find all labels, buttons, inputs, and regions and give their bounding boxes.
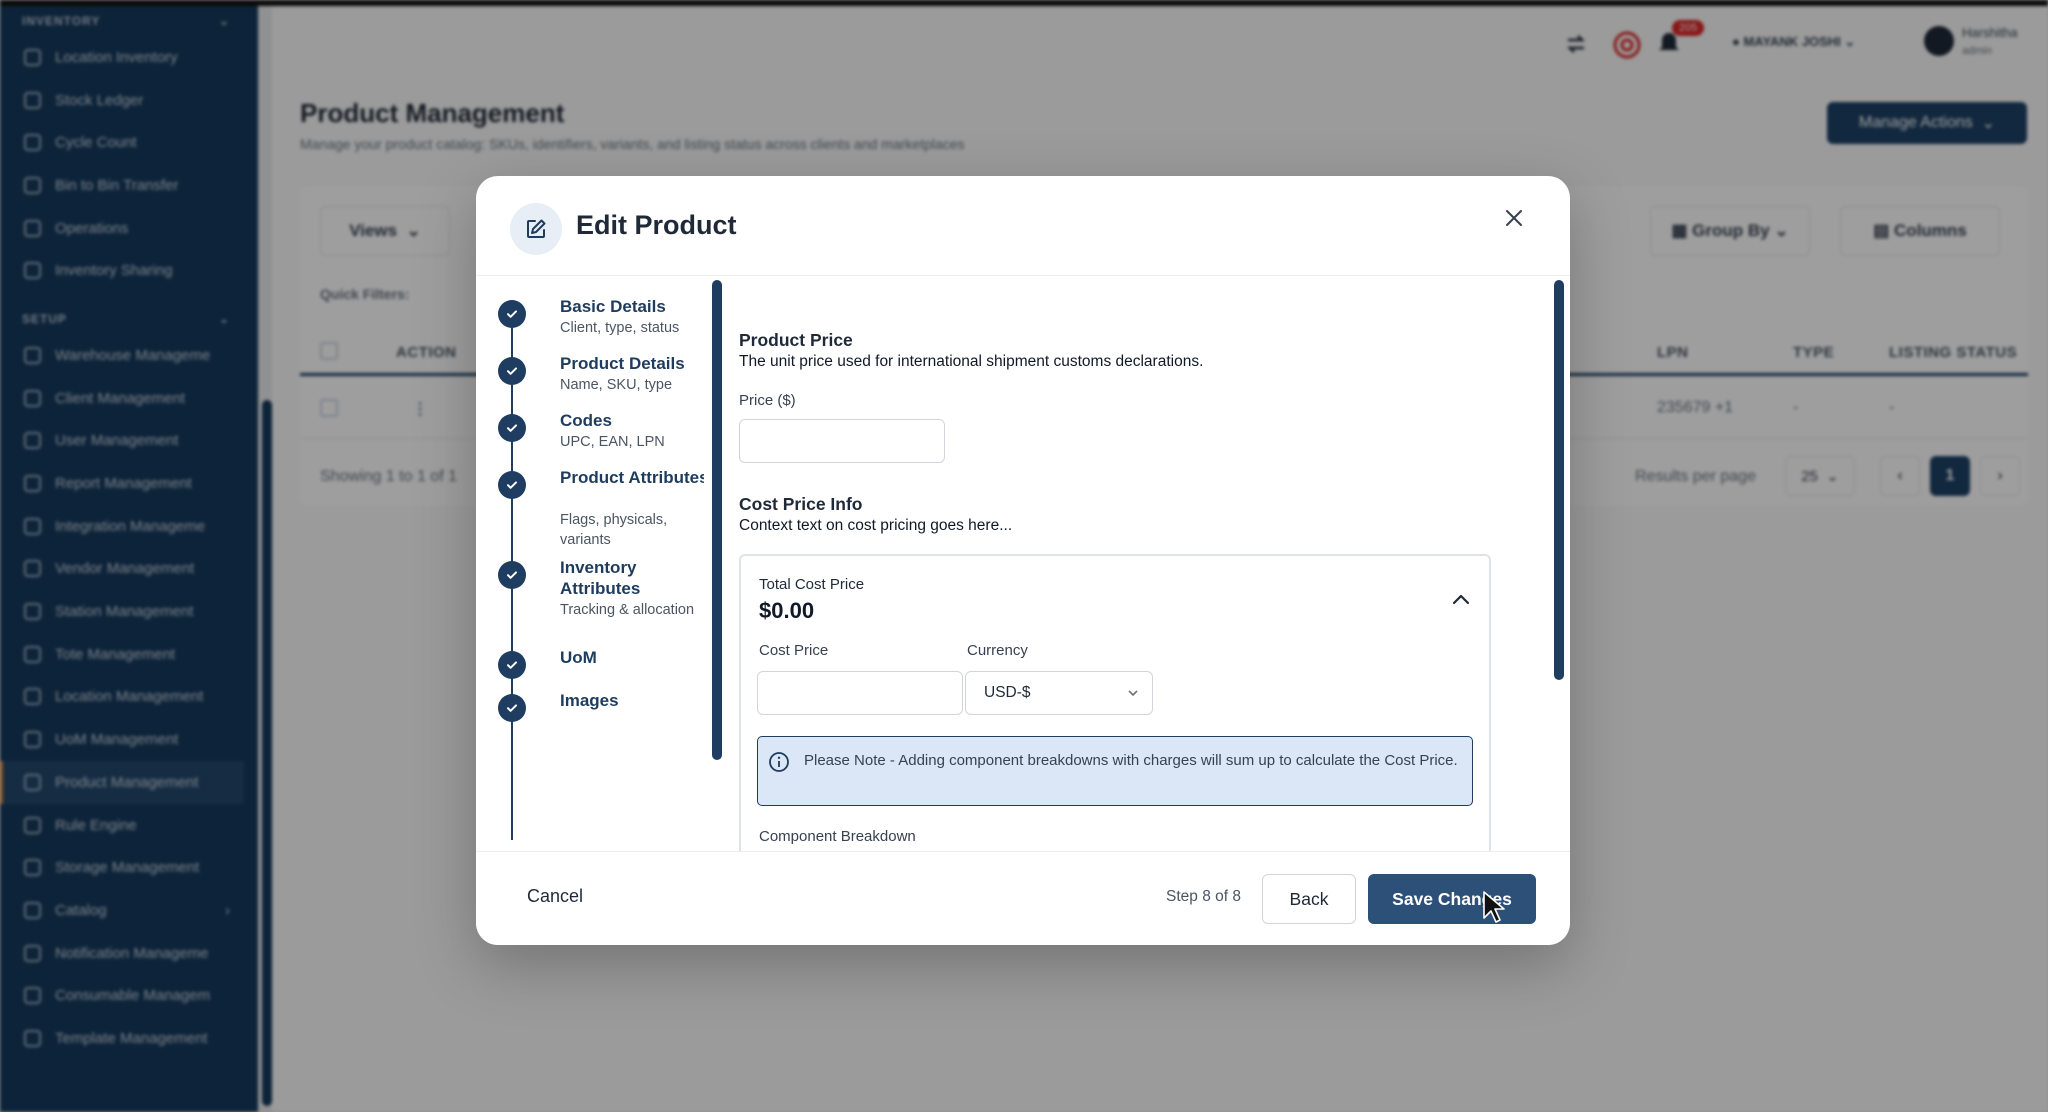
back-button[interactable]: Back bbox=[1262, 874, 1356, 924]
cost-price-panel: Total Cost Price $0.00 Cost Price Curren… bbox=[739, 554, 1491, 851]
step-title: Basic Details bbox=[560, 297, 666, 316]
cost-price-info-title: Cost Price Info bbox=[739, 494, 863, 514]
cost-price-info-description: Context text on cost pricing goes here..… bbox=[739, 517, 1013, 534]
price-input[interactable] bbox=[739, 419, 945, 463]
step-indicator: Step 8 of 8 bbox=[1166, 888, 1241, 905]
step-title: Product Attributes bbox=[560, 468, 704, 487]
step-title: Product Details bbox=[560, 354, 685, 373]
check-icon bbox=[498, 651, 526, 679]
chevron-down-icon bbox=[1126, 686, 1140, 705]
step-subtitle: Name, SKU, type bbox=[560, 377, 673, 393]
product-price-description: The unit price used for international sh… bbox=[739, 353, 1204, 370]
currency-label: Currency bbox=[967, 642, 1028, 659]
step-title: Codes bbox=[560, 411, 612, 430]
modal-footer: Cancel Step 8 of 8 Back Save Changes bbox=[476, 851, 1570, 945]
step-navigation: Basic Details Client, type, status Product… bbox=[476, 276, 704, 851]
chevron-up-icon[interactable] bbox=[1449, 588, 1473, 612]
save-changes-button[interactable]: Save Changes bbox=[1368, 874, 1536, 924]
cost-price-label: Cost Price bbox=[759, 642, 829, 659]
check-icon bbox=[498, 300, 526, 328]
modal-header: Edit Product bbox=[476, 176, 1570, 276]
info-icon bbox=[768, 751, 790, 778]
total-cost-price-label: Total Cost Price bbox=[759, 576, 865, 593]
product-price-title: Product Price bbox=[739, 330, 853, 350]
close-icon[interactable] bbox=[1500, 204, 1528, 232]
mouse-cursor-icon bbox=[1482, 890, 1506, 929]
edit-product-modal: Edit Product Basic Details Client, type, … bbox=[476, 176, 1570, 945]
check-icon bbox=[498, 561, 526, 589]
total-cost-price-value: $0.00 bbox=[759, 598, 815, 623]
check-icon bbox=[498, 694, 526, 722]
step-title: Images bbox=[560, 691, 619, 710]
step-subtitle: Flags, physicals, variants bbox=[560, 512, 668, 548]
edit-icon bbox=[510, 203, 562, 255]
modal-title: Edit Product bbox=[576, 210, 737, 240]
step-title: Inventory Attributes bbox=[560, 558, 641, 598]
cancel-button[interactable]: Cancel bbox=[527, 886, 583, 907]
stepper-scrollbar[interactable] bbox=[712, 280, 722, 760]
info-note-text: Please Note - Adding component breakdown… bbox=[804, 752, 1458, 769]
currency-select[interactable]: USD-$ bbox=[965, 671, 1153, 715]
step-subtitle: UPC, EAN, LPN bbox=[560, 434, 665, 450]
modal-content: Product Price The unit price used for in… bbox=[722, 276, 1570, 851]
check-icon bbox=[498, 471, 526, 499]
info-note: Please Note - Adding component breakdown… bbox=[757, 736, 1473, 806]
currency-value: USD-$ bbox=[984, 684, 1031, 701]
check-icon bbox=[498, 357, 526, 385]
check-icon bbox=[498, 414, 526, 442]
cost-price-input[interactable] bbox=[757, 671, 963, 715]
price-label: Price ($) bbox=[739, 392, 796, 409]
step-subtitle: Tracking & allocation bbox=[560, 602, 695, 618]
step-title: UoM bbox=[560, 648, 597, 667]
content-scrollbar[interactable] bbox=[1554, 280, 1564, 680]
step-subtitle: Client, type, status bbox=[560, 320, 680, 336]
component-breakdown-label: Component Breakdown bbox=[759, 828, 916, 845]
